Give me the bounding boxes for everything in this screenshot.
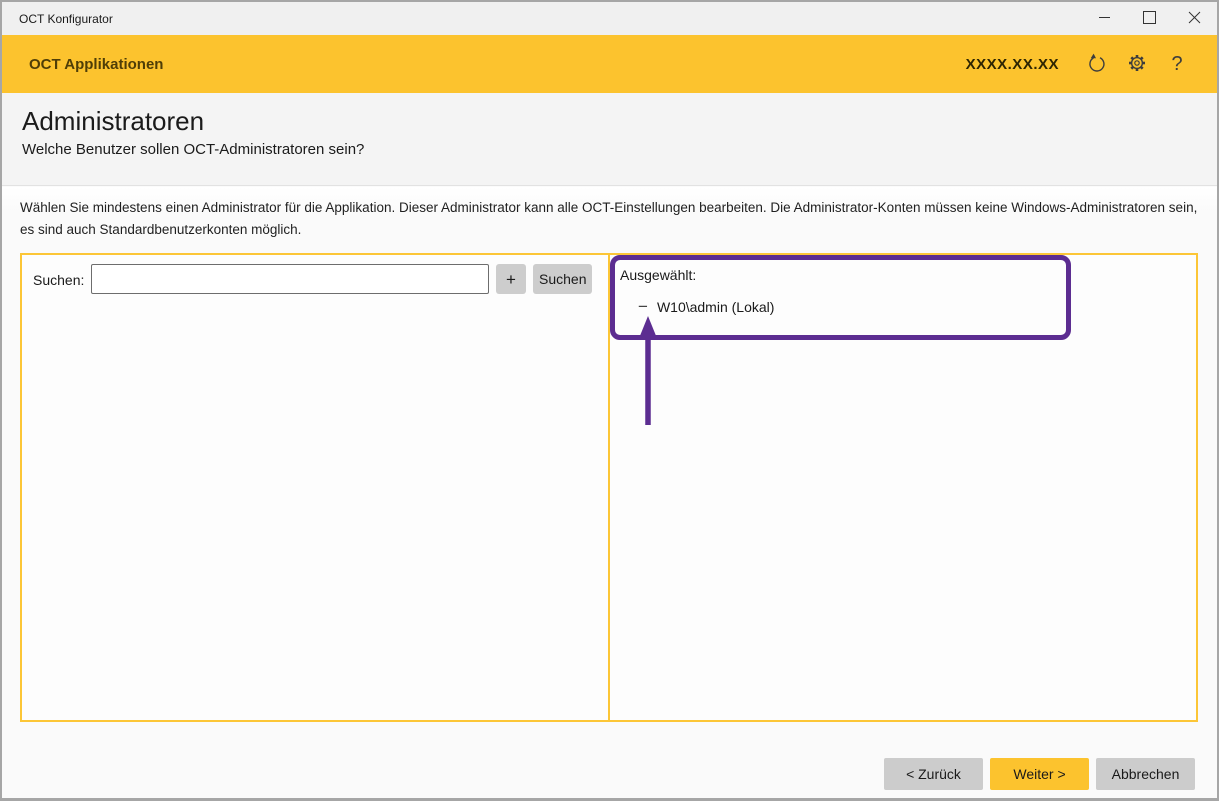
minus-icon: − (638, 297, 648, 316)
help-icon: ? (1171, 53, 1182, 76)
page-subtitle: Welche Benutzer sollen OCT-Administrator… (22, 141, 364, 158)
close-icon (1188, 11, 1201, 27)
search-input[interactable] (91, 264, 489, 294)
next-button[interactable]: Weiter > (990, 758, 1089, 790)
selected-user-label: W10\admin (Lokal) (657, 299, 775, 315)
plus-icon: + (506, 270, 516, 289)
panel-divider (608, 255, 610, 720)
close-button[interactable] (1172, 2, 1217, 35)
selected-label: Ausgewählt: (620, 267, 696, 283)
content-area: Wählen Sie mindestens einen Administrato… (2, 187, 1217, 798)
minimize-button[interactable] (1082, 2, 1127, 35)
search-label: Suchen: (33, 272, 84, 288)
minimize-icon (1098, 11, 1111, 27)
remove-user-button[interactable]: − (638, 297, 648, 317)
annotation-arrow (628, 313, 668, 431)
app-header-title: OCT Applikationen (2, 56, 163, 73)
settings-button[interactable] (1117, 44, 1157, 84)
maximize-icon (1143, 11, 1156, 27)
refresh-icon (1085, 51, 1109, 78)
version-label: XXXX.XX.XX (966, 56, 1059, 73)
window-controls (1082, 2, 1217, 35)
refresh-button[interactable] (1077, 44, 1117, 84)
search-button[interactable]: Suchen (533, 264, 592, 294)
app-window: OCT Konfigurator OCT Applikationen X (0, 0, 1219, 801)
selected-user-row[interactable]: − W10\admin (Lokal) (638, 297, 774, 317)
maximize-button[interactable] (1127, 2, 1172, 35)
page-heading-section: Administratoren Welche Benutzer sollen O… (2, 93, 1217, 186)
help-button[interactable]: ? (1157, 44, 1197, 84)
app-header-actions: XXXX.XX.XX (966, 44, 1217, 84)
cancel-button[interactable]: Abbrechen (1096, 758, 1195, 790)
administrators-panel: Suchen: + Suchen Ausgewählt: − W10\admin… (20, 253, 1198, 722)
page-title: Administratoren (22, 106, 204, 137)
titlebar: OCT Konfigurator (2, 2, 1217, 35)
add-user-button[interactable]: + (496, 264, 526, 294)
gear-icon (1125, 51, 1149, 78)
window-title: OCT Konfigurator (2, 12, 113, 26)
back-button[interactable]: < Zurück (884, 758, 983, 790)
app-header: OCT Applikationen XXXX.XX.XX (2, 35, 1217, 93)
page-description: Wählen Sie mindestens einen Administrato… (20, 197, 1200, 241)
